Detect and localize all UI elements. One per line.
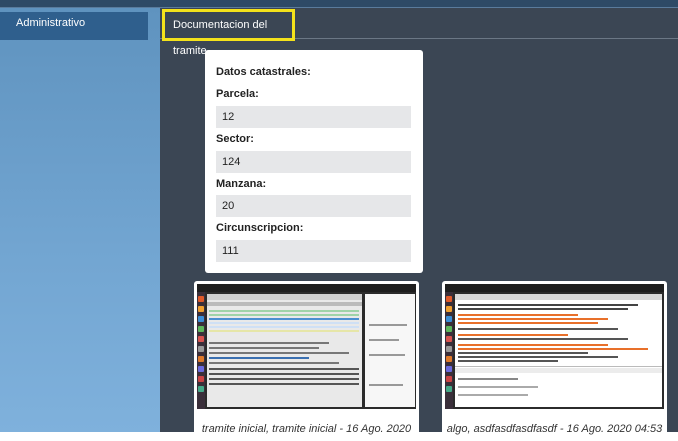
sector-label: Sector: [216,133,254,145]
sidebar-item-administrativo[interactable]: Administrativo [0,12,148,40]
sector-value: 124 [216,151,411,173]
sidebar: Administrativo [0,8,160,432]
document-caption: tramite inicial, tramite inicial - 16 Ag… [201,423,412,435]
tab-documentacion[interactable]: Documentacion del tramite [162,9,295,57]
circunscripcion-label: Circunscripcion: [216,222,304,234]
manzana-label: Manzana: [216,178,267,190]
document-card[interactable]: algo, asdfasdfasdfasdf - 16 Ago. 2020 04… [442,281,667,441]
circunscripcion-value: 111 [216,240,411,262]
catastro-heading: Datos catastrales: [216,66,311,78]
parcela-value: 12 [216,106,411,128]
manzana-value: 20 [216,195,411,217]
main-panel: Documentacion del tramite Datos catastra… [160,8,678,441]
document-thumbnail[interactable] [445,284,664,409]
parcela-label: Parcela: [216,88,259,100]
catastro-card: Datos catastrales: Parcela: 12 Sector: 1… [205,50,423,273]
document-thumbnail[interactable] [197,284,416,409]
document-card[interactable]: tramite inicial, tramite inicial - 16 Ag… [194,281,419,441]
document-caption: algo, asdfasdfasdfasdf - 16 Ago. 2020 04… [446,423,663,435]
